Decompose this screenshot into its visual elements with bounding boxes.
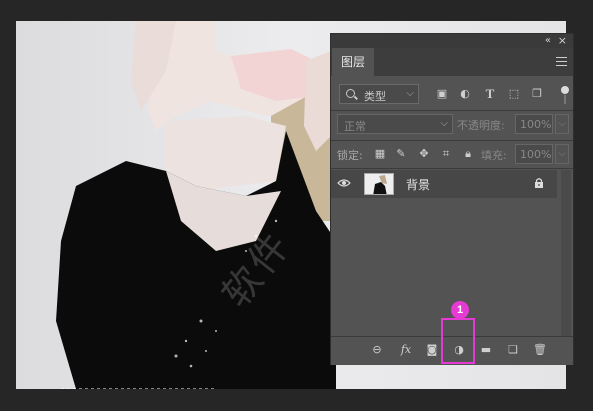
lock-image-icon[interactable]: ✎ [394, 147, 408, 161]
panel-menu-icon[interactable] [556, 57, 567, 66]
filter-kind-select[interactable]: 类型 ⌵ [339, 84, 419, 104]
fill-label: 填充: [481, 149, 507, 162]
layers-list: 背景 [331, 170, 563, 332]
lock-label: 锁定: [337, 149, 363, 162]
collapse-icon[interactable]: « [545, 35, 551, 46]
opacity-input[interactable]: 100% [515, 114, 553, 134]
layer-style-fx-icon[interactable]: fx [398, 343, 414, 357]
chevron-down-icon: ⌵ [440, 118, 448, 129]
blend-mode-value: 正常 [344, 120, 366, 133]
layer-lock-icon [535, 178, 543, 188]
tab-layers[interactable]: 图层 [332, 48, 374, 76]
layer-row[interactable]: 背景 [331, 170, 557, 198]
panel-title-bar[interactable]: « × [331, 34, 573, 48]
layer-name: 背景 [406, 178, 431, 192]
layer-thumbnail [364, 173, 394, 195]
panel-tab-bar: 图层 [331, 48, 573, 76]
fill-input[interactable]: 100% [515, 144, 553, 164]
delete-layer-icon[interactable]: 🗑︎ [532, 343, 548, 357]
shape-filter-icon[interactable]: ⬚ [508, 88, 520, 100]
link-layers-icon[interactable]: ⊖ [369, 343, 385, 357]
blend-row: 正常 ⌵ 不透明度: 100% ⌵ [331, 114, 573, 136]
opacity-dropdown-icon[interactable]: ⌵ [555, 114, 569, 134]
lock-transparent-icon[interactable]: ▦ [373, 147, 387, 161]
add-mask-icon[interactable]: ◙ [424, 343, 440, 357]
search-icon [346, 89, 355, 98]
adjustment-filter-icon[interactable]: ◐ [459, 88, 471, 100]
type-filter-icon[interactable]: T [484, 87, 496, 100]
lock-position-icon[interactable]: ✥ [417, 147, 431, 161]
blend-mode-select[interactable]: 正常 ⌵ [337, 114, 453, 134]
smart-object-filter-icon[interactable]: ❐ [531, 88, 543, 100]
fill-dropdown-icon[interactable]: ⌵ [555, 144, 569, 164]
visibility-eye-icon[interactable] [337, 178, 351, 188]
chevron-down-icon: ⌵ [406, 88, 414, 99]
new-group-folder-icon[interactable]: ▬ [478, 343, 494, 357]
new-layer-icon[interactable]: ❏ [505, 343, 521, 357]
close-icon[interactable]: × [558, 34, 567, 47]
lock-row: 锁定: ▦ ✎ ✥ ⌗ 🔒︎ 填充: 100% ⌵ [331, 144, 573, 166]
filter-row: 类型 ⌵ ▣ ◐ T ⬚ ❐ [331, 84, 573, 106]
filter-kind-label: 类型 [364, 90, 386, 103]
lock-artboard-icon[interactable]: ⌗ [439, 147, 453, 161]
opacity-label: 不透明度: [457, 119, 505, 132]
adjustment-button-highlight [441, 318, 475, 364]
filter-toggle[interactable] [561, 86, 569, 104]
layers-scrollbar[interactable] [561, 170, 571, 336]
pixel-filter-icon[interactable]: ▣ [436, 88, 448, 100]
step-number-badge: 1 [451, 301, 469, 319]
lock-all-icon[interactable]: 🔒︎ [461, 147, 475, 161]
